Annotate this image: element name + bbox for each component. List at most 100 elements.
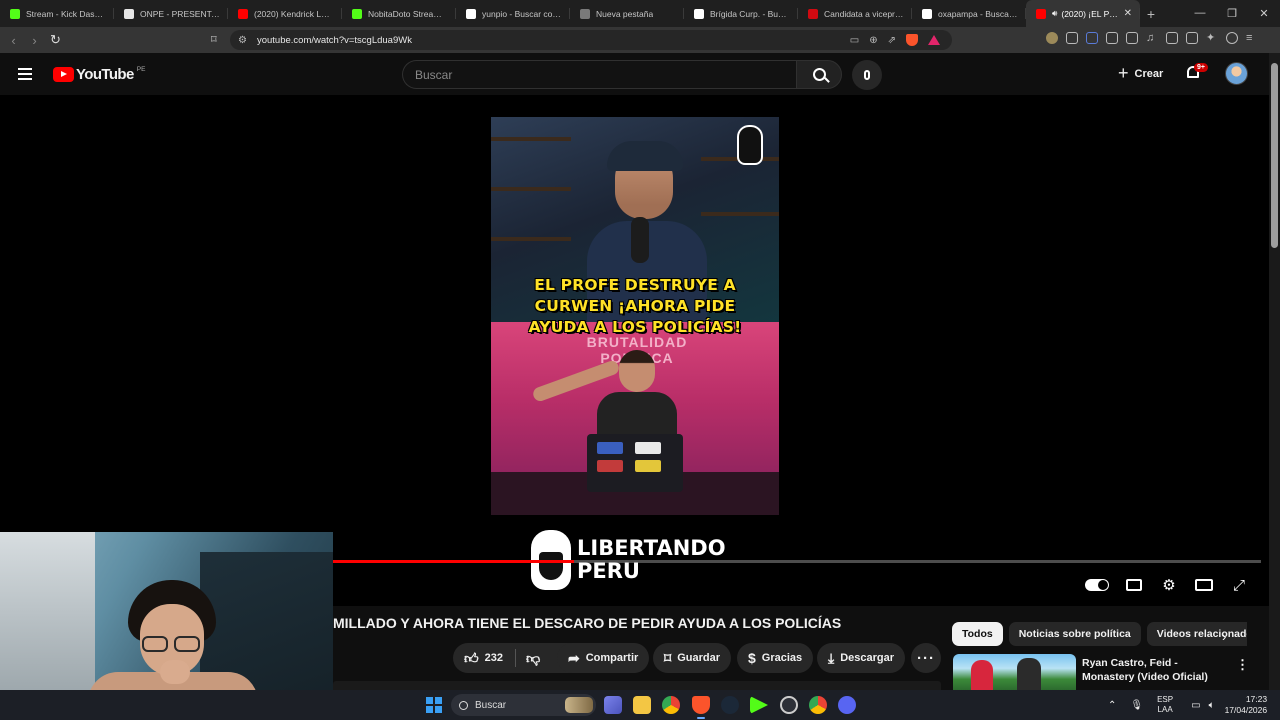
window-controls: — ❐ ✕ — [1184, 7, 1280, 20]
browser-tab[interactable]: (2020) Kendrick Lamar — [228, 0, 342, 27]
recommended-video[interactable]: Ryan Castro, Feid - Monastery (Video Ofi… — [953, 654, 1263, 690]
discord-icon[interactable] — [838, 696, 856, 714]
leo-icon[interactable]: ✦ — [1206, 32, 1218, 44]
more-options-icon[interactable]: ⋮ — [1236, 657, 1249, 673]
taskbar-search[interactable]: Buscar — [451, 694, 596, 716]
youtube-logo[interactable]: YouTube PE — [53, 66, 145, 83]
browser-tab[interactable]: Stream - Kick Dashboa — [0, 0, 114, 27]
close-window-icon[interactable]: ✕ — [1248, 7, 1280, 20]
vpn-icon[interactable] — [1226, 32, 1238, 44]
brave-shields-icon[interactable] — [906, 34, 918, 46]
close-tab-icon[interactable]: ✕ — [1120, 8, 1132, 19]
share-icon: ➦ — [568, 649, 580, 666]
speaker-icon[interactable]: 🔊︎ — [1052, 8, 1057, 19]
extension-icon[interactable] — [1126, 32, 1138, 44]
obs-icon[interactable] — [780, 696, 798, 714]
chip-related-videos[interactable]: Videos relacionados — [1146, 622, 1247, 646]
share-page-icon[interactable]: ⇗ — [888, 35, 896, 46]
browser-tab[interactable]: Brígida Curp. - Buscar c — [684, 0, 798, 27]
steam-icon[interactable] — [721, 696, 739, 714]
autoplay-toggle[interactable] — [1085, 579, 1109, 591]
browser-tab[interactable]: Nueva pestaña — [570, 0, 684, 27]
extension-icons: ♫ ✦ ≡ — [1046, 32, 1258, 44]
menu-icon[interactable]: ≡ — [1246, 32, 1258, 44]
download-button[interactable]: ⤓ Descargar — [817, 643, 906, 673]
cast-icon[interactable]: ▭ — [850, 35, 859, 46]
reload-icon[interactable]: ↻ — [45, 32, 66, 48]
music-icon[interactable]: ♫ — [1146, 32, 1158, 44]
sidebar-icon[interactable] — [1166, 32, 1178, 44]
share-label: Compartir — [585, 652, 639, 664]
chrome-profile-icon[interactable] — [809, 696, 827, 714]
chrome-icon[interactable] — [662, 696, 680, 714]
file-explorer-icon[interactable] — [633, 696, 651, 714]
plus-icon: + — [1118, 62, 1129, 83]
restore-icon[interactable]: ❐ — [1216, 7, 1248, 20]
network-icon[interactable]: ▭ — [1191, 700, 1200, 711]
url-field[interactable]: ⚙ youtube.com/watch?v=tscgLdua9Wk ▭ ⊕ ⇗ — [230, 30, 952, 50]
caption-line: AYUDA A LOS POLICÍAS! — [528, 318, 742, 336]
search-input[interactable]: Buscar — [402, 60, 796, 89]
tab-title: (2020) Kendrick Lamar — [254, 8, 334, 19]
minimize-icon[interactable]: — — [1184, 7, 1216, 20]
chip-all[interactable]: Todos — [952, 622, 1003, 646]
like-count[interactable]: 232 — [485, 652, 503, 664]
forward-icon[interactable]: › — [24, 33, 45, 48]
theater-mode-icon[interactable] — [1194, 575, 1214, 595]
browser-tab[interactable]: ONPE - PRESENTACIÓN — [114, 0, 228, 27]
browser-tab[interactable]: NobitaDoto Stream - K — [342, 0, 456, 27]
recommended-title[interactable]: Ryan Castro, Feid - Monastery (Video Ofi… — [1082, 656, 1232, 684]
search-button[interactable] — [796, 60, 842, 89]
extension-icon[interactable] — [1066, 32, 1078, 44]
video-player[interactable]: BRUTALIDAD POLÍTICA EL PROFE DESTRUYE A … — [0, 95, 1269, 606]
tab-title: Brígida Curp. - Buscar c — [710, 8, 790, 19]
clock[interactable]: 17:23 17/04/2026 — [1225, 694, 1268, 716]
more-actions-icon[interactable]: ··· — [911, 643, 941, 673]
volume-icon[interactable]: 🔈︎ — [1209, 700, 1215, 711]
browser-tab[interactable]: yunpio - Buscar con Go — [456, 0, 570, 27]
create-button[interactable]: + Crear — [1110, 63, 1171, 85]
browser-tab[interactable]: 🔊︎ (2020) ¡EL PROF✕ — [1026, 0, 1140, 27]
recommended-thumbnail[interactable] — [953, 654, 1076, 690]
back-icon[interactable]: ‹ — [3, 33, 24, 48]
share-button[interactable]: ➦ Compartir — [557, 643, 650, 673]
bookmark-icon[interactable]: ⌑ — [211, 33, 217, 46]
language-indicator[interactable]: ESP LAA — [1157, 695, 1173, 715]
zoom-icon[interactable]: ⊕ — [869, 35, 877, 46]
microphone-icon — [864, 70, 870, 80]
site-info-icon[interactable]: ⚙ — [238, 35, 247, 46]
thanks-button[interactable]: $ Gracias — [737, 643, 814, 673]
lang-line: ESP — [1157, 695, 1174, 704]
browser-tab-strip: Stream - Kick Dashboa ONPE - PRESENTACIÓN… — [0, 0, 1280, 27]
brave-rewards-icon[interactable] — [928, 35, 940, 45]
kick-app-icon[interactable] — [750, 696, 768, 714]
chip-politics-news[interactable]: Noticias sobre política — [1008, 622, 1141, 646]
settings-gear-icon[interactable]: ⚙ — [1159, 575, 1179, 595]
account-avatar[interactable] — [1225, 62, 1248, 85]
extension-icon[interactable] — [1086, 32, 1098, 44]
progress-bar[interactable] — [333, 560, 1261, 563]
page-scrollbar[interactable] — [1269, 53, 1280, 690]
windows-start-icon[interactable] — [426, 697, 442, 713]
tab-title: oxapampa - Buscar con — [938, 8, 1018, 19]
browser-tab[interactable]: oxapampa - Buscar con — [912, 0, 1026, 27]
webcam-overlay — [0, 532, 333, 690]
new-tab-button[interactable]: + — [1140, 6, 1162, 22]
search-highlight-image — [565, 697, 593, 713]
chevron-right-icon[interactable]: › — [1222, 629, 1226, 644]
thumbs-up-icon[interactable]: 👍︎ — [464, 650, 479, 667]
teams-icon[interactable] — [604, 696, 622, 714]
microphone-tray-icon[interactable]: 🎙︎ — [1130, 700, 1143, 711]
chevron-up-icon[interactable]: ⌃ — [1108, 700, 1116, 711]
subtitles-icon[interactable] — [1124, 575, 1144, 595]
extension-icon[interactable] — [1046, 32, 1058, 44]
brave-icon[interactable] — [692, 696, 710, 719]
puzzle-icon[interactable] — [1106, 32, 1118, 44]
guide-menu-icon[interactable] — [18, 68, 32, 80]
fullscreen-icon[interactable]: ⤢ — [1229, 575, 1249, 595]
browser-tab[interactable]: Candidata a vicepresid — [798, 0, 912, 27]
thumbs-down-icon[interactable]: 👎︎ — [526, 650, 540, 667]
voice-search-button[interactable] — [852, 60, 882, 90]
wallet-icon[interactable] — [1186, 32, 1198, 44]
save-button[interactable]: ⌑ Guardar — [653, 643, 731, 673]
